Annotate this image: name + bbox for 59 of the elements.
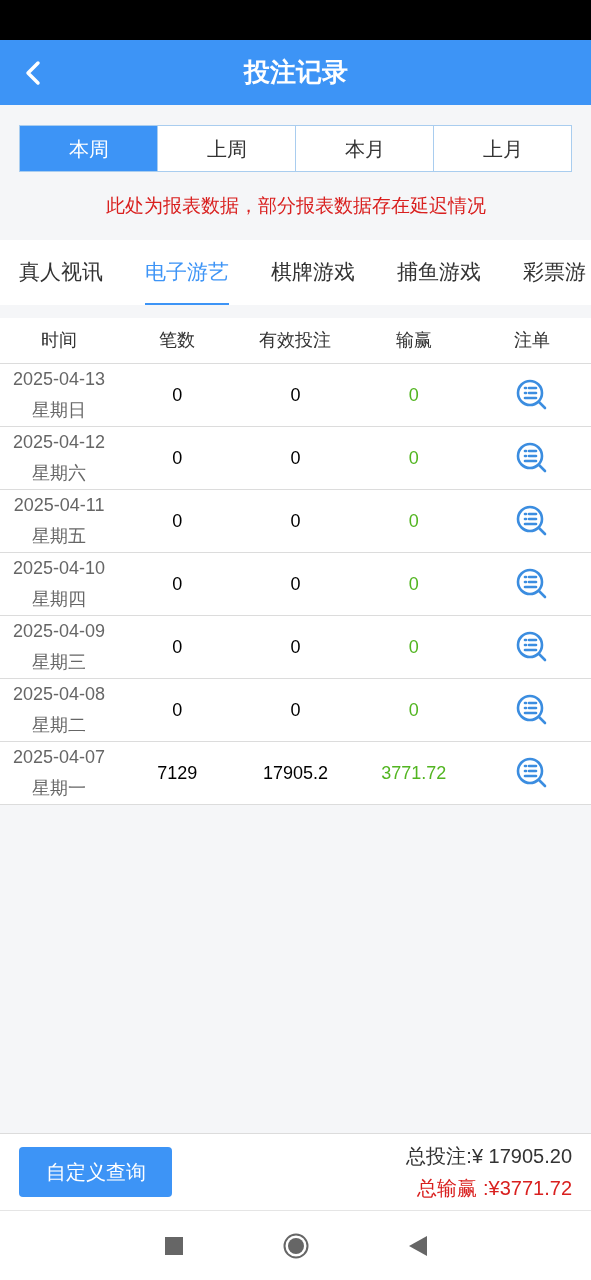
- date-text: 2025-04-11: [13, 494, 105, 517]
- column-header: 输赢: [394, 329, 433, 352]
- valid-bet-cell-text: 0: [289, 446, 302, 470]
- date-text: 2025-04-08: [13, 683, 106, 706]
- search-list-icon[interactable]: [514, 630, 549, 664]
- total-bet-text: 总投注:¥ 17905.20: [406, 1144, 572, 1169]
- win-loss-cell-text: 3771.72: [380, 761, 448, 785]
- search-list-icon[interactable]: [514, 504, 549, 538]
- valid-bet-cell-text: 0: [289, 572, 302, 596]
- search-list-icon[interactable]: [514, 756, 549, 790]
- win-loss-cell-text: 0: [407, 509, 420, 533]
- weekday-text: 星期一: [32, 777, 87, 800]
- date-text: 2025-04-09: [13, 620, 106, 643]
- count-cell-text: 0: [171, 509, 184, 533]
- search-list-icon[interactable]: [514, 441, 549, 475]
- search-list-icon[interactable]: [514, 567, 549, 601]
- weekday-text: 星期四: [32, 588, 87, 611]
- count-cell-text: 0: [171, 383, 184, 407]
- column-header: 注单: [512, 329, 551, 352]
- win-loss-cell-text: 0: [407, 698, 420, 722]
- back-nav-icon[interactable]: [408, 1235, 427, 1256]
- count-cell-text: 0: [171, 572, 184, 596]
- valid-bet-cell-text: 0: [289, 509, 302, 533]
- date-text: 2025-04-07: [13, 746, 106, 769]
- column-header: 笔数: [158, 329, 197, 352]
- valid-bet-cell-text: 0: [289, 383, 302, 407]
- search-list-icon[interactable]: [514, 378, 549, 412]
- category-tab[interactable]: 彩票游: [523, 240, 586, 305]
- category-tab[interactable]: 真人视讯: [19, 240, 103, 305]
- search-list-icon[interactable]: [514, 693, 549, 727]
- date-text: 2025-04-10: [13, 557, 106, 580]
- category-tab[interactable]: 棋牌游戏: [271, 240, 355, 305]
- count-cell-text: 0: [171, 698, 184, 722]
- column-header: 有效投注: [258, 329, 333, 352]
- win-loss-cell-text: 0: [407, 572, 420, 596]
- weekday-text: 星期二: [32, 714, 87, 737]
- page-title: 投注记录: [243, 56, 348, 89]
- category-tab[interactable]: 捕鱼游戏: [397, 240, 481, 305]
- weekday-text: 星期六: [32, 462, 87, 485]
- weekday-text: 星期三: [32, 651, 87, 674]
- count-cell-text: 0: [171, 635, 184, 659]
- column-header: 时间: [40, 329, 79, 352]
- win-loss-cell-text: 0: [407, 635, 420, 659]
- win-loss-cell-text: 0: [407, 383, 420, 407]
- back-icon[interactable]: [24, 59, 42, 86]
- total-win-text: 总输赢 :¥3771.72: [417, 1176, 572, 1201]
- count-cell-text: 7129: [156, 761, 199, 785]
- valid-bet-cell-text: 17905.2: [261, 761, 330, 785]
- valid-bet-cell-text: 0: [289, 698, 302, 722]
- weekday-text: 星期五: [32, 525, 87, 548]
- date-text: 2025-04-13: [13, 368, 106, 391]
- recent-apps-icon[interactable]: [164, 1236, 183, 1255]
- count-cell-text: 0: [171, 446, 184, 470]
- date-text: 2025-04-12: [13, 431, 106, 454]
- valid-bet-cell-text: 0: [289, 635, 302, 659]
- weekday-text: 星期日: [32, 399, 87, 422]
- home-icon[interactable]: [282, 1232, 309, 1259]
- notice-text: 此处为报表数据，部分报表数据存在延迟情况: [104, 194, 487, 218]
- win-loss-cell-text: 0: [407, 446, 420, 470]
